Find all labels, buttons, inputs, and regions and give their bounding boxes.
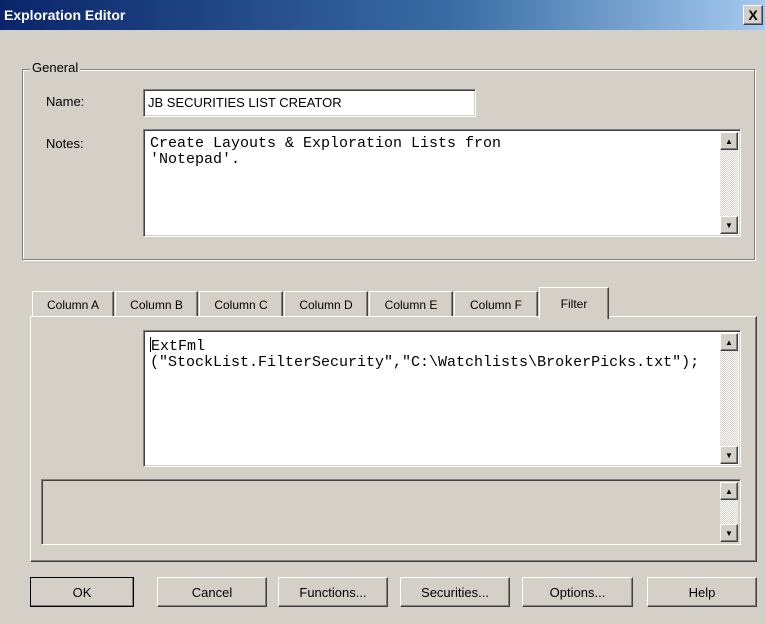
scroll-up-arrow-icon[interactable]: ▲ <box>720 482 738 500</box>
cancel-button[interactable]: Cancel <box>157 577 267 607</box>
securities-button[interactable]: Securities... <box>400 577 510 607</box>
tab-column-c[interactable]: Column C <box>199 291 283 317</box>
name-label: Name: <box>46 94 85 109</box>
tab-label: Column C <box>214 297 268 312</box>
message-box[interactable]: ▲ ▼ <box>41 479 741 545</box>
close-icon: X <box>748 7 758 23</box>
scroll-down-arrow-icon[interactable]: ▼ <box>720 216 738 234</box>
scroll-up-arrow-icon[interactable]: ▲ <box>720 132 738 150</box>
filter-formula-textarea[interactable]: ExtFml ("StockList.FilterSecurity","C:\W… <box>143 330 741 467</box>
formula-scrollbar[interactable]: ▲ ▼ <box>720 333 738 464</box>
window-title: Exploration Editor <box>4 7 126 23</box>
tab-label: Column B <box>130 297 183 312</box>
tab-label: Column F <box>469 297 522 312</box>
name-input[interactable]: JB SECURITIES LIST CREATOR <box>143 89 476 117</box>
general-group-label: General <box>30 60 81 75</box>
title-bar: Exploration Editor X <box>0 0 765 30</box>
tab-column-a[interactable]: Column A <box>32 291 114 317</box>
scroll-up-arrow-icon[interactable]: ▲ <box>720 333 738 351</box>
notes-text: Create Layouts & Exploration Lists fron … <box>150 135 502 168</box>
formula-content: ExtFml ("StockList.FilterSecurity","C:\W… <box>150 338 700 371</box>
tab-label: Column A <box>46 297 100 312</box>
tab-column-e[interactable]: Column E <box>369 291 453 317</box>
tab-label: Column D <box>299 297 353 312</box>
close-button[interactable]: X <box>743 5 763 25</box>
tab-column-f[interactable]: Column F <box>454 291 538 317</box>
tab-filter[interactable]: Filter <box>539 287 609 319</box>
tab-label: Column E <box>384 297 438 312</box>
options-button[interactable]: Options... <box>522 577 633 607</box>
tab-label: Filter <box>560 296 588 311</box>
scroll-down-arrow-icon[interactable]: ▼ <box>720 446 738 464</box>
tab-column-d[interactable]: Column D <box>284 291 368 317</box>
tab-column-b[interactable]: Column B <box>115 291 198 317</box>
filter-formula-text: ExtFml ("StockList.FilterSecurity","C:\W… <box>150 337 716 371</box>
help-button[interactable]: Help <box>647 577 757 607</box>
functions-button[interactable]: Functions... <box>278 577 388 607</box>
message-scrollbar[interactable]: ▲ ▼ <box>720 482 738 542</box>
scroll-down-arrow-icon[interactable]: ▼ <box>720 524 738 542</box>
notes-textarea[interactable]: Create Layouts & Exploration Lists fron … <box>143 129 741 237</box>
ok-button[interactable]: OK <box>30 577 134 607</box>
notes-scrollbar[interactable]: ▲ ▼ <box>720 132 738 234</box>
notes-label: Notes: <box>46 136 84 151</box>
